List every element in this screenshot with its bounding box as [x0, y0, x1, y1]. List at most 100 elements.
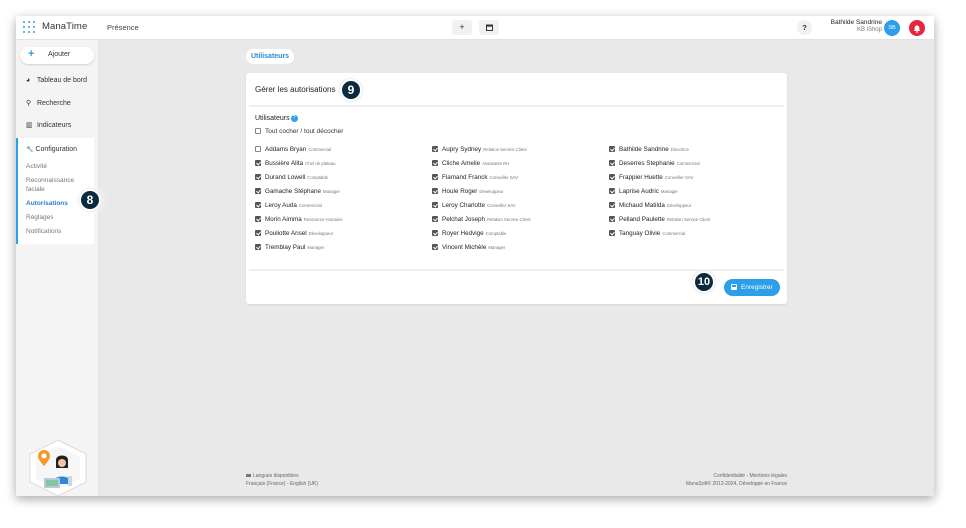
calendar-button[interactable] — [479, 20, 499, 35]
user-name: Cliche Amelie — [442, 160, 481, 167]
user-checkbox[interactable]: Aupry Sydney Relation Service Client — [432, 146, 527, 153]
checkbox-icon — [609, 160, 615, 166]
app-window: ManaTime Présence + ? Bathilde Sandrine … — [16, 16, 934, 496]
user-checkbox[interactable]: Royer Hedvige Comptable — [432, 230, 506, 237]
user-checkbox[interactable]: Leroy Auda Commercial — [255, 202, 322, 209]
user-checkbox[interactable]: Pelland Paulette Relation Service Client — [609, 216, 710, 223]
user-role: Développeur — [666, 203, 692, 208]
user-name: Gamache Stéphane — [265, 188, 322, 195]
user-name: Flamand Franck — [442, 174, 488, 181]
user-role: Relation Service Client — [483, 147, 527, 152]
user-checkbox[interactable]: Pouliotte Ansel Développeur — [255, 230, 333, 237]
brand-logo[interactable]: ManaTime — [42, 21, 87, 32]
user-name[interactable]: Bathilde Sandrine — [831, 19, 882, 26]
sidebar-subitem-facial-recognition[interactable]: Reconnaissance faciale — [26, 176, 86, 194]
user-checkbox[interactable]: Tanguay Olivie Commercial — [609, 230, 685, 237]
user-role: Développeur — [479, 189, 504, 194]
checkbox-icon — [432, 188, 438, 194]
footer-legal: Confidentialité - Mentions légales ManaS… — [666, 472, 787, 488]
user-checkbox[interactable]: Flamand Franck Conseiller SAV — [432, 174, 518, 181]
user-checkbox[interactable]: Tremblay Paul Manager — [255, 244, 324, 251]
user-name: Michaud Matilda — [619, 202, 665, 209]
search-icon: ⚲ — [26, 100, 32, 107]
sidebar-item-configuration[interactable]: 🔧 Configuration — [26, 146, 77, 153]
legal-links[interactable]: Confidentialité - Mentions légales — [666, 472, 787, 480]
checkbox-icon — [609, 146, 615, 152]
user-name: Pelchat Joseph — [442, 216, 486, 223]
user-checkbox[interactable]: Morin Aimma Ressource Humaine — [255, 216, 343, 223]
sidebar-item-dashboard[interactable]: ◕ Tableau de bord — [26, 77, 87, 84]
wrench-icon: 🔧 — [26, 147, 34, 153]
checkbox-icon — [255, 188, 261, 194]
save-button-label: Enregistrer — [741, 284, 773, 291]
user-role: Assistante RH — [482, 161, 510, 166]
add-button-label: Ajouter — [48, 51, 71, 58]
checkbox-icon — [432, 202, 438, 208]
user-checkbox[interactable]: Michaud Matilda Développeur — [609, 202, 691, 209]
tab-users[interactable]: Utilisateurs — [246, 49, 294, 64]
user-checkbox[interactable]: Addams Bryan Commercial — [255, 146, 331, 153]
sidebar-item-search[interactable]: ⚲ Recherche — [26, 99, 71, 107]
sidebar-subitem-settings[interactable]: Réglages — [26, 213, 53, 222]
panel-title: Gérer les autorisations — [255, 85, 336, 94]
user-role: Développeur — [308, 231, 334, 236]
user-name: Vincent Michèle — [442, 244, 487, 251]
add-button[interactable]: + Ajouter — [20, 47, 94, 64]
keyboard-icon — [246, 474, 251, 477]
user-name: Durand Lowell — [265, 174, 306, 181]
user-name: Leroy Auda — [265, 202, 297, 209]
user-checkbox[interactable]: Durand Lowell Comptable — [255, 174, 328, 181]
user-checkbox[interactable]: Houle Roger Développeur — [432, 188, 504, 195]
user-name: Laprise Audric — [619, 188, 659, 195]
user-checkbox[interactable]: Pelchat Joseph Relation Service Client — [432, 216, 531, 223]
checkbox-icon — [255, 174, 261, 180]
plus-icon: + — [28, 48, 35, 60]
users-label-text: Utilisateurs — [255, 115, 290, 122]
user-name: Bathilde Sandrine — [619, 146, 669, 153]
permissions-panel: Gérer les autorisations Utilisateurs? To… — [246, 73, 787, 304]
sidebar-item-label: Configuration — [35, 146, 78, 153]
toggle-all-label: Tout cocher / tout décocher — [265, 128, 344, 135]
apps-grid-icon[interactable] — [23, 21, 35, 33]
sidebar-subitem-permissions[interactable]: Autorisations — [26, 199, 68, 208]
sidebar-item-indicators[interactable]: ▥ Indicateurs — [26, 121, 71, 129]
step-badge-8: 8 — [79, 189, 101, 211]
save-button[interactable]: Enregistrer — [724, 279, 780, 296]
floppy-disk-icon — [731, 284, 737, 290]
user-role: Chef de plateau — [305, 161, 336, 166]
user-checkbox[interactable]: Leroy Charlotte Conseiller SAV — [432, 202, 516, 209]
help-icon[interactable]: ? — [290, 115, 298, 122]
checkbox-icon — [609, 174, 615, 180]
user-name: Bussière Alita — [265, 160, 304, 167]
user-checkbox[interactable]: Vincent Michèle Manager — [432, 244, 505, 251]
user-checkbox[interactable]: Laprise Audric Manager — [609, 188, 678, 195]
avatar[interactable]: SB — [884, 20, 900, 36]
user-role: Commercial — [662, 231, 686, 236]
user-checkbox[interactable]: Cliche Amelie Assistante RH — [432, 160, 509, 167]
checkbox-icon — [609, 216, 615, 222]
sidebar-subitem-notifications[interactable]: Notifications — [26, 227, 61, 236]
checkbox-icon — [255, 160, 261, 166]
user-role: Manager — [660, 189, 678, 194]
notifications-button[interactable] — [909, 20, 925, 36]
languages-list[interactable]: Français (France) - English (UK) — [246, 480, 318, 488]
user-checkbox[interactable]: Deserres Stephanie Commercial — [609, 160, 700, 167]
user-role: Relation Service Client — [666, 217, 711, 222]
quick-add-button[interactable]: + — [452, 20, 472, 35]
checkbox-icon — [432, 160, 438, 166]
help-button[interactable]: ? — [797, 20, 812, 35]
user-role: Manager — [307, 245, 325, 250]
user-checkbox[interactable]: Bathilde Sandrine Directrice — [609, 146, 689, 153]
toggle-all-checkbox[interactable]: Tout cocher / tout décocher — [255, 128, 343, 135]
sidebar-subitem-activity[interactable]: Activité — [26, 162, 47, 171]
users-section-label: Utilisateurs? — [255, 115, 298, 122]
user-checkbox[interactable]: Gamache Stéphane Manager — [255, 188, 340, 195]
checkbox-icon — [255, 146, 261, 152]
user-checkbox[interactable]: Frappier Huette Conseiller SAV — [609, 174, 693, 181]
divider — [249, 105, 784, 107]
sidebar: + Ajouter ◕ Tableau de bord ⚲ Recherche … — [16, 40, 99, 496]
bar-chart-icon: ▥ — [26, 122, 33, 129]
user-name: Leroy Charlotte — [442, 202, 486, 209]
user-checkbox[interactable]: Bussière Alita Chef de plateau — [255, 160, 336, 167]
checkbox-icon — [432, 174, 438, 180]
